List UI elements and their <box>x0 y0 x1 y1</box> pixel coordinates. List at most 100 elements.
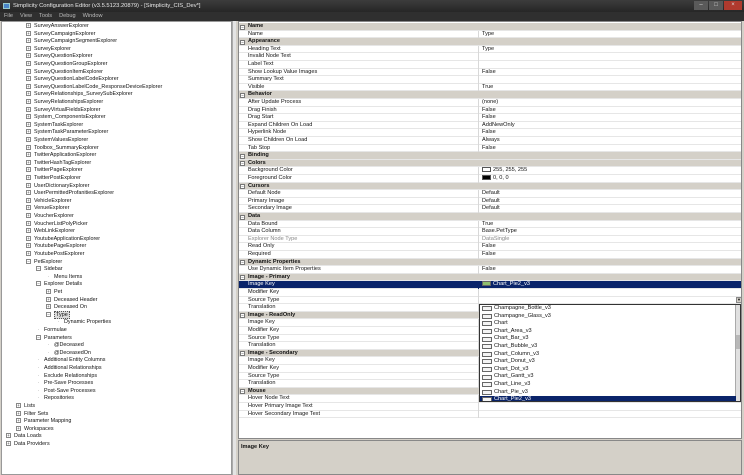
property-row[interactable]: Secondary Image Default <box>239 205 741 213</box>
tree-node[interactable]: + TwitterApplicationExplorer <box>26 152 96 160</box>
tree-node[interactable]: + TwitterHashTagExplorer <box>26 160 91 168</box>
property-value[interactable]: DataSingle <box>481 236 741 244</box>
tree-node[interactable]: − Sidebar <box>36 266 63 274</box>
property-row[interactable]: Tab Stop False <box>239 144 741 153</box>
tree-node[interactable]: + Toolbox_SummaryExplorer <box>26 145 99 153</box>
tree-node[interactable]: + SurveyCampaignSegmentExplorer <box>26 38 117 46</box>
property-row[interactable]: Summary Text <box>239 76 741 84</box>
property-value[interactable]: False <box>481 251 741 259</box>
expand-icon[interactable]: + <box>16 418 21 424</box>
tree-node[interactable]: + TwitterPageExplorer <box>26 167 83 175</box>
property-value[interactable]: False <box>481 243 741 251</box>
property-value[interactable] <box>481 53 741 61</box>
expand-icon[interactable]: + <box>46 296 51 302</box>
menu-item-file[interactable]: File <box>4 12 13 21</box>
expand-icon[interactable]: + <box>26 61 31 67</box>
tree-node[interactable]: + Filter Sets <box>16 411 48 419</box>
collapse-icon[interactable]: − <box>36 266 41 272</box>
tree-node[interactable]: · Post-Save Processes <box>36 388 96 396</box>
expand-icon[interactable]: + <box>26 68 31 74</box>
dropdown-option[interactable]: Chart_Pie2_v3 <box>480 396 736 401</box>
dropdown-option[interactable]: Chart_Donut_v3 <box>480 358 736 366</box>
tree-scrollbar[interactable] <box>232 21 236 475</box>
tree-node[interactable]: + YoutubeApplicationExplorer <box>26 236 100 244</box>
tree-node[interactable]: + SurveyQuestionLabelCodeExplorer <box>26 76 119 84</box>
property-value[interactable]: Type <box>481 31 741 39</box>
property-row[interactable]: Invalid Node Text <box>239 53 741 61</box>
tree-node[interactable]: · Exclude Relationships <box>36 373 97 381</box>
property-value[interactable]: 0, 0, 0 <box>481 175 741 183</box>
property-value[interactable]: Always <box>481 137 741 145</box>
tree-node[interactable]: + SystemValuesExplorer <box>26 137 88 145</box>
dropdown-option[interactable]: Chart_Gantt_v3 <box>480 373 736 381</box>
property-value[interactable]: Default <box>481 205 741 213</box>
close-button[interactable]: × <box>724 1 742 10</box>
expand-icon[interactable]: + <box>16 403 21 409</box>
property-value[interactable]: Type <box>481 46 741 54</box>
expand-icon[interactable]: + <box>26 121 31 127</box>
collapse-icon[interactable]: − <box>46 311 51 317</box>
property-row[interactable]: Show Lookup Value Images False <box>239 68 741 77</box>
tree-node[interactable]: + TwitterPostExplorer <box>26 175 81 183</box>
image-key-dropdown-list[interactable]: Champagne_Bottle_v3 Champagne_Glass_v3 Cha… <box>479 304 741 402</box>
dropdown-option[interactable]: Chart_Column_v3 <box>480 351 736 359</box>
expand-icon[interactable]: + <box>26 114 31 120</box>
property-row[interactable]: Foreground Color 0, 0, 0 <box>239 175 741 183</box>
expand-icon[interactable]: + <box>26 205 31 211</box>
tree-node[interactable]: + Pet <box>46 289 62 297</box>
property-value[interactable]: False <box>481 129 741 137</box>
expand-icon[interactable]: + <box>26 220 31 226</box>
tree-node[interactable]: + SurveyRelationshipsExplorer <box>26 99 103 107</box>
tree-node[interactable]: − Explorer Details <box>36 281 82 289</box>
expand-icon[interactable]: + <box>26 30 31 36</box>
tree-node[interactable]: + System_ComponentsExplorer <box>26 114 106 122</box>
property-row[interactable]: Use Dynamic Item Properties False <box>239 266 741 274</box>
collapse-icon[interactable]: − <box>240 161 245 167</box>
collapse-icon[interactable]: − <box>36 334 41 340</box>
property-category[interactable]: − Dynamic Properties <box>239 258 741 267</box>
tree-node[interactable]: + SurveyQuestionItemExplorer <box>26 69 103 77</box>
menu-item-window[interactable]: Window <box>83 12 103 21</box>
expand-icon[interactable]: + <box>26 190 31 196</box>
collapse-icon[interactable]: − <box>240 389 245 395</box>
property-category[interactable]: − Colors <box>239 159 741 168</box>
expand-icon[interactable]: + <box>26 167 31 173</box>
dropdown-option[interactable]: Chart_Dot_v3 <box>480 366 736 374</box>
expand-icon[interactable]: + <box>26 129 31 135</box>
expand-icon[interactable]: + <box>26 243 31 249</box>
tree-node[interactable]: · @Deceased <box>46 342 84 350</box>
scrollbar-thumb[interactable] <box>736 335 740 349</box>
dropdown-option[interactable]: Chart_Pie_v3 <box>480 389 736 397</box>
property-category[interactable]: − Binding <box>239 152 741 160</box>
maximize-button[interactable]: □ <box>709 1 723 10</box>
property-row[interactable]: Required False <box>239 251 741 259</box>
tree-node[interactable]: + Parameter Mapping <box>16 418 71 426</box>
menu-item-tools[interactable]: Tools <box>39 12 52 21</box>
collapse-icon[interactable]: − <box>240 260 245 266</box>
property-value[interactable] <box>481 76 741 84</box>
tree-node[interactable]: + Deceased Header <box>46 297 97 305</box>
expand-icon[interactable]: + <box>46 289 51 295</box>
property-category[interactable]: − Behavior <box>239 91 741 99</box>
tree-node[interactable]: · @DeceasedOn <box>46 350 91 358</box>
expand-icon[interactable]: + <box>26 228 31 234</box>
property-row[interactable]: Visible True <box>239 83 741 92</box>
property-row[interactable]: Modifier Key <box>239 289 741 297</box>
dropdown-option[interactable]: Chart_Line_v3 <box>480 381 736 389</box>
property-value[interactable]: True <box>481 221 741 229</box>
expand-icon[interactable]: + <box>26 83 31 89</box>
collapse-icon[interactable]: − <box>240 275 245 281</box>
expand-icon[interactable]: + <box>26 213 31 219</box>
minimize-button[interactable]: – <box>694 1 708 10</box>
property-value[interactable]: 255, 255, 255 <box>481 167 741 175</box>
property-row[interactable]: Default Node Default <box>239 190 741 198</box>
property-row[interactable]: Explorer Node Type DataSingle <box>239 235 741 244</box>
dropdown-option[interactable]: Chart_Area_v3 <box>480 328 736 336</box>
tree-node[interactable]: + Lists <box>16 403 35 411</box>
tree-node[interactable]: · Additional Entity Columns <box>36 357 106 365</box>
expand-icon[interactable]: + <box>26 38 31 44</box>
expand-icon[interactable]: + <box>26 152 31 158</box>
collapse-icon[interactable]: − <box>36 281 41 287</box>
tree-node[interactable]: − Type <box>46 310 70 320</box>
tree-node[interactable]: + Data Loads <box>6 433 42 441</box>
